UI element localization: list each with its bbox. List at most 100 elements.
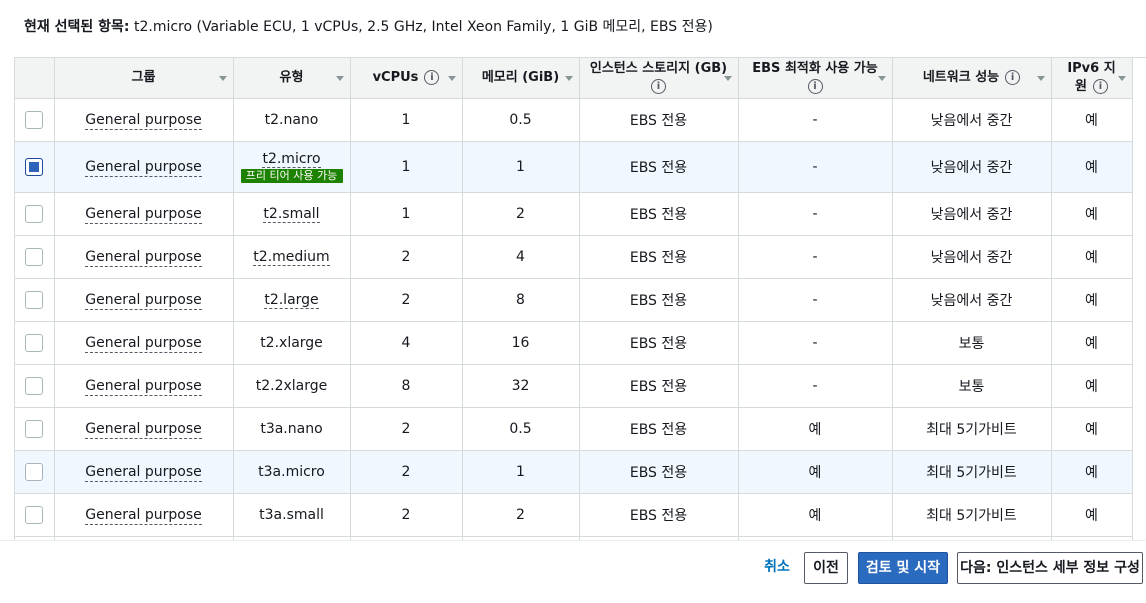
group-link[interactable]: General purpose [85,506,202,525]
header-memory[interactable]: 메모리 (GiB) [462,58,580,99]
header-vcpus[interactable]: vCPUs i [350,58,463,99]
memory-cell: 32 [462,364,580,408]
row-checkbox-checked[interactable] [25,157,44,176]
row-checkbox[interactable] [25,247,44,266]
row-checkbox[interactable] [25,462,44,481]
vcpus-cell: 2 [350,493,463,537]
memory-cell: 0.5 [462,98,580,142]
header-instance-storage-label: 인스턴스 스토리지 (GB) [589,60,728,76]
memory-cell: 1 [462,450,580,494]
type-link[interactable]: t2.small [263,205,320,223]
table-row-selected[interactable]: General purpose t2.micro 프리 티어 사용 가능 1 1… [15,141,1133,193]
vcpus-cell: 8 [350,364,463,408]
memory-cell: 0.5 [462,407,580,451]
row-select-cell[interactable] [15,278,55,322]
header-network-performance[interactable]: 네트워크 성능 i [892,58,1052,99]
table-row[interactable]: General purpose t3a.small 2 2 EBS 전용 예 최… [15,493,1133,537]
network-cell: 보통 [892,364,1052,408]
group-link[interactable]: General purpose [85,463,202,482]
info-icon[interactable]: i [1005,69,1021,85]
group-link[interactable]: General purpose [85,111,202,130]
row-select-cell[interactable] [15,141,55,193]
row-select-cell[interactable] [15,364,55,408]
sort-caret-icon[interactable] [218,75,227,81]
next-configure-instance-button[interactable]: 다음: 인스턴스 세부 정보 구성 [957,552,1143,584]
memory-cell: 1 [462,141,580,193]
cancel-button[interactable]: 취소 [756,552,798,584]
row-checkbox[interactable] [25,204,44,223]
row-checkbox[interactable] [25,505,44,524]
storage-cell: EBS 전용 [579,450,739,494]
header-ebs-optimized-label: EBS 최적화 사용 가능 [752,60,878,76]
header-group-label: 그룹 [131,69,156,85]
type-link[interactable]: t2.micro [262,150,321,168]
table-row[interactable]: General purpose t2.2xlarge 8 32 EBS 전용 -… [15,364,1133,408]
review-and-launch-button[interactable]: 검토 및 시작 [858,552,948,584]
row-checkbox[interactable] [25,376,44,395]
network-cell: 낮음에서 중간 [892,235,1052,279]
sort-caret-icon[interactable] [335,75,344,81]
row-select-cell[interactable] [15,450,55,494]
ipv6-cell: 예 [1051,192,1133,236]
table-row-hovered[interactable]: General purpose t3a.micro 2 1 EBS 전용 예 최… [15,450,1133,494]
sort-caret-icon[interactable] [1117,75,1126,81]
row-checkbox[interactable] [25,333,44,352]
ebs-optimized-cell: - [738,235,893,279]
ebs-optimized-cell: - [738,141,893,193]
row-select-cell[interactable] [15,192,55,236]
header-memory-label: 메모리 (GiB) [481,69,560,85]
info-icon[interactable]: i [807,78,823,94]
group-link[interactable]: General purpose [85,248,202,267]
type-cell: t2.2xlarge [233,364,351,408]
header-group[interactable]: 그룹 [54,58,234,99]
type-link[interactable]: t2.medium [253,248,330,266]
row-select-cell[interactable] [15,235,55,279]
row-select-cell[interactable] [15,321,55,365]
table-row[interactable]: General purpose t2.small 1 2 EBS 전용 - 낮음… [15,192,1133,236]
group-link[interactable]: General purpose [85,158,202,177]
header-type[interactable]: 유형 [233,58,351,99]
row-select-cell[interactable] [15,493,55,537]
instance-type-table-container[interactable]: 그룹 유형 vCPUs i 메모리 (GiB) 인스턴스 스토리지 (GB) i… [14,57,1146,540]
memory-cell: 8 [462,278,580,322]
group-cell: General purpose [54,98,234,142]
info-icon[interactable]: i [424,69,440,85]
group-link[interactable]: General purpose [85,205,202,224]
table-row[interactable]: General purpose t2.medium 2 4 EBS 전용 - 낮… [15,235,1133,279]
header-ipv6-support[interactable]: IPv6 지 원i [1051,58,1133,99]
group-link[interactable]: General purpose [85,377,202,396]
row-select-cell[interactable] [15,98,55,142]
previous-button[interactable]: 이전 [804,552,848,584]
vcpus-cell: 2 [350,450,463,494]
vcpus-cell: 1 [350,141,463,193]
table-row[interactable]: General purpose t3a.nano 2 0.5 EBS 전용 예 … [15,407,1133,451]
sort-caret-icon[interactable] [564,75,573,81]
info-icon[interactable]: i [1092,78,1108,94]
row-checkbox[interactable] [25,110,44,129]
header-type-label: 유형 [279,69,304,85]
vcpus-cell: 1 [350,98,463,142]
row-checkbox[interactable] [25,419,44,438]
row-select-cell[interactable] [15,407,55,451]
sort-caret-icon[interactable] [1036,75,1045,81]
ebs-optimized-cell: - [738,364,893,408]
header-ebs-optimized[interactable]: EBS 최적화 사용 가능 i [738,58,893,99]
type-link[interactable]: t2.large [264,291,319,309]
storage-cell: EBS 전용 [579,493,739,537]
table-row[interactable]: General purpose t2.nano 1 0.5 EBS 전용 - 낮… [15,98,1133,142]
group-link[interactable]: General purpose [85,291,202,310]
header-instance-storage[interactable]: 인스턴스 스토리지 (GB) i [579,58,739,99]
info-icon[interactable]: i [651,78,666,94]
ipv6-cell: 예 [1051,235,1133,279]
storage-cell: EBS 전용 [579,98,739,142]
sort-caret-icon[interactable] [447,75,456,81]
sort-caret-icon[interactable] [723,75,732,81]
row-checkbox[interactable] [25,290,44,309]
group-link[interactable]: General purpose [85,334,202,353]
table-row[interactable]: General purpose t2.xlarge 4 16 EBS 전용 - … [15,321,1133,365]
sort-caret-icon[interactable] [877,75,886,81]
ipv6-cell: 예 [1051,98,1133,142]
free-tier-badge: 프리 티어 사용 가능 [240,168,343,183]
table-row[interactable]: General purpose t2.large 2 8 EBS 전용 - 낮음… [15,278,1133,322]
group-link[interactable]: General purpose [85,420,202,439]
